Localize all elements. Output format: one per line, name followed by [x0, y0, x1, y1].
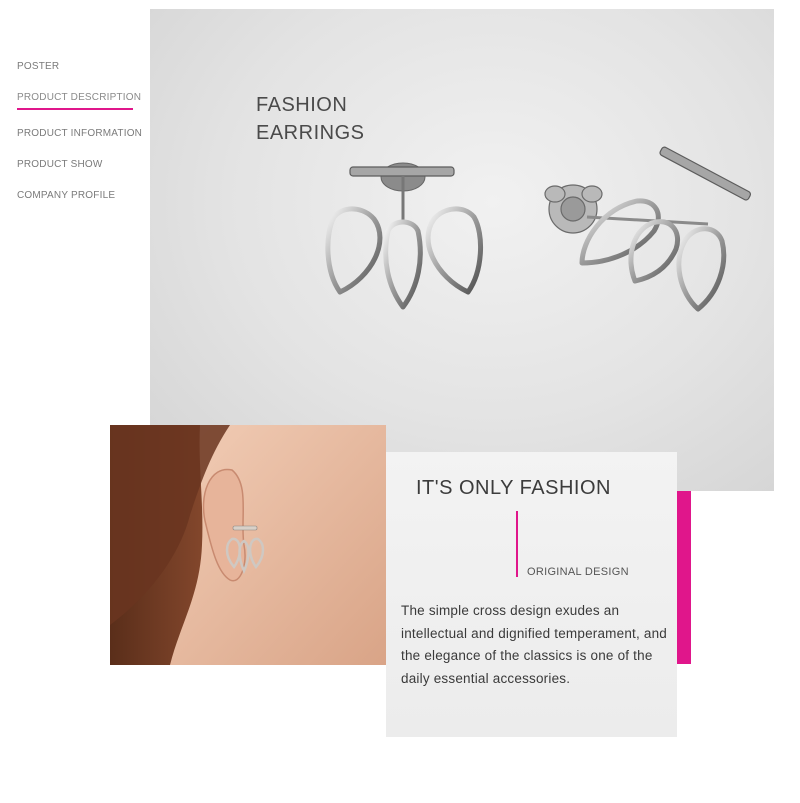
- left-earring: [325, 162, 484, 310]
- model-photo: [110, 425, 386, 665]
- nav-item-product-description[interactable]: PRODUCT DESCRIPTION: [17, 91, 147, 110]
- card-description: The simple cross design exudes an intell…: [401, 603, 668, 686]
- right-earring: [579, 146, 752, 312]
- card-title: IT'S ONLY FASHION: [416, 477, 611, 499]
- card-subtitle: ORIGINAL DESIGN: [527, 566, 629, 578]
- active-underline: [17, 108, 133, 110]
- nav-item-company-profile[interactable]: COMPANY PROFILE: [17, 189, 147, 203]
- earrings-product-image: [325, 146, 752, 312]
- nav-item-product-information[interactable]: PRODUCT INFORMATION: [17, 127, 147, 141]
- hero-banner: FASHION EARRINGS: [150, 9, 774, 491]
- description-card: IT'S ONLY FASHION ORIGINAL DESIGN The si…: [386, 452, 677, 737]
- accent-divider: [516, 511, 518, 577]
- nav-item-poster[interactable]: POSTER: [17, 60, 147, 74]
- nav-item-product-show[interactable]: PRODUCT SHOW: [17, 158, 147, 172]
- model-ear-image: [110, 425, 386, 665]
- sidebar-nav: POSTER PRODUCT DESCRIPTION PRODUCT INFOR…: [17, 60, 147, 220]
- earring-back: [544, 184, 603, 234]
- accent-bar: [677, 491, 691, 664]
- nav-item-label: PRODUCT DESCRIPTION: [17, 92, 142, 103]
